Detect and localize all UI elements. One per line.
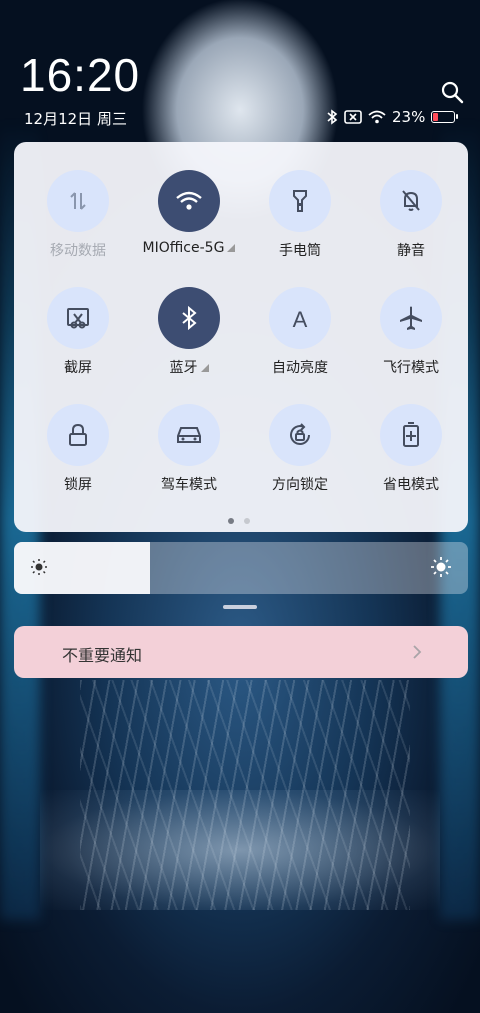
toggle-label-text: MIOffice-5G <box>142 240 225 256</box>
toggle-label-text: 蓝牙 <box>169 360 198 376</box>
toggle-label-text: 截屏 <box>64 360 92 376</box>
toggle-wifi[interactable]: MIOffice-5G <box>139 170 239 256</box>
toggle-label: 截屏 <box>28 357 128 377</box>
toggle-flashlight[interactable]: 手电筒 <box>250 170 350 260</box>
toggle-label: 驾车模式 <box>139 474 239 494</box>
toggle-screenshot[interactable]: 截屏 <box>28 287 128 377</box>
toggle-label: 省电模式 <box>361 474 461 494</box>
clock: 16:20 <box>20 49 141 101</box>
toggle-button[interactable] <box>47 170 109 232</box>
lock-icon <box>67 423 89 447</box>
toggle-airplane[interactable]: 飞行模式 <box>361 287 461 377</box>
unimportant-notifications-button[interactable]: 不重要通知 <box>14 626 468 678</box>
toggle-label-text: 手电筒 <box>279 243 321 259</box>
toggle-button[interactable] <box>380 404 442 466</box>
toggle-label: 飞行模式 <box>361 357 461 377</box>
date: 12月12日 周三 <box>24 110 127 128</box>
page-dot <box>228 518 234 524</box>
toggle-silent-bell[interactable]: 静音 <box>361 170 461 260</box>
battery-saver-icon <box>401 421 421 449</box>
toggle-label-text: 自动亮度 <box>272 360 328 376</box>
toggle-lock[interactable]: 锁屏 <box>28 404 128 494</box>
flashlight-icon <box>288 188 312 214</box>
toggle-label: 蓝牙 <box>139 357 239 377</box>
toggle-mobile-data[interactable]: 移动数据 <box>28 170 128 260</box>
toggle-label: 自动亮度 <box>250 357 350 377</box>
battery-percent: 23% <box>392 108 426 126</box>
toggle-auto-brightness[interactable]: A 自动亮度 <box>250 287 350 377</box>
toggle-button[interactable] <box>158 287 220 349</box>
screenshot-icon <box>65 306 91 330</box>
brightness-low-icon <box>31 559 47 575</box>
search-icon[interactable] <box>440 80 464 104</box>
toggle-label: MIOffice-5G <box>139 240 239 256</box>
toggle-button[interactable] <box>380 287 442 349</box>
toggle-battery-saver[interactable]: 省电模式 <box>361 404 461 494</box>
toggle-label-text: 驾车模式 <box>161 477 217 493</box>
toggle-label: 移动数据 <box>28 240 128 260</box>
bluetooth-icon <box>327 109 338 125</box>
chevron-right-icon <box>413 645 422 659</box>
toggle-button[interactable] <box>47 404 109 466</box>
car-icon <box>175 424 203 446</box>
wifi-icon <box>368 110 386 124</box>
toggle-label-text: 飞行模式 <box>383 360 439 376</box>
toggle-label-text: 静音 <box>397 243 425 259</box>
notification-label: 不重要通知 <box>62 646 143 665</box>
toggle-button[interactable] <box>380 170 442 232</box>
quick-settings-panel: 移动数据 MIOffice-5G 手电筒 静音截屏 蓝牙 A 自动亮度 飞行模式锁屏 驾车模式 方… <box>14 142 468 532</box>
wallpaper-grass <box>80 680 410 910</box>
rotation-lock-icon <box>287 422 313 448</box>
silent-bell-icon <box>399 188 423 214</box>
toggle-button[interactable] <box>269 170 331 232</box>
toggle-button[interactable] <box>158 404 220 466</box>
toggle-label-text: 锁屏 <box>64 477 92 493</box>
toggle-button[interactable]: A <box>269 287 331 349</box>
toggle-button[interactable] <box>158 170 220 232</box>
page-dot <box>244 518 250 524</box>
toggle-button[interactable] <box>47 287 109 349</box>
mobile-data-icon <box>66 189 90 213</box>
toggle-label: 方向锁定 <box>250 474 350 494</box>
bluetooth-icon <box>180 306 198 330</box>
brightness-high-icon <box>431 557 451 577</box>
auto-brightness-icon: A <box>288 306 312 330</box>
toggle-label-text: 省电模式 <box>383 477 439 493</box>
sim-off-icon <box>344 110 362 124</box>
toggle-car[interactable]: 驾车模式 <box>139 404 239 494</box>
toggle-bluetooth[interactable]: 蓝牙 <box>139 287 239 377</box>
svg-text:A: A <box>293 307 308 330</box>
expand-indicator-icon <box>200 364 209 372</box>
toggle-label: 手电筒 <box>250 240 350 260</box>
toggle-label-text: 方向锁定 <box>272 477 328 493</box>
brightness-slider[interactable] <box>14 542 468 594</box>
toggle-label-text: 移动数据 <box>50 243 106 259</box>
toggle-label: 静音 <box>361 240 461 260</box>
wifi-icon <box>175 190 203 212</box>
panel-drag-handle[interactable] <box>223 605 257 609</box>
airplane-icon <box>398 305 424 331</box>
status-icons: 23% <box>326 108 459 126</box>
toggle-rotation-lock[interactable]: 方向锁定 <box>250 404 350 494</box>
toggle-label: 锁屏 <box>28 474 128 494</box>
toggle-button[interactable] <box>269 404 331 466</box>
expand-indicator-icon <box>227 244 236 252</box>
page-indicator <box>228 518 250 524</box>
battery-icon <box>431 111 459 123</box>
